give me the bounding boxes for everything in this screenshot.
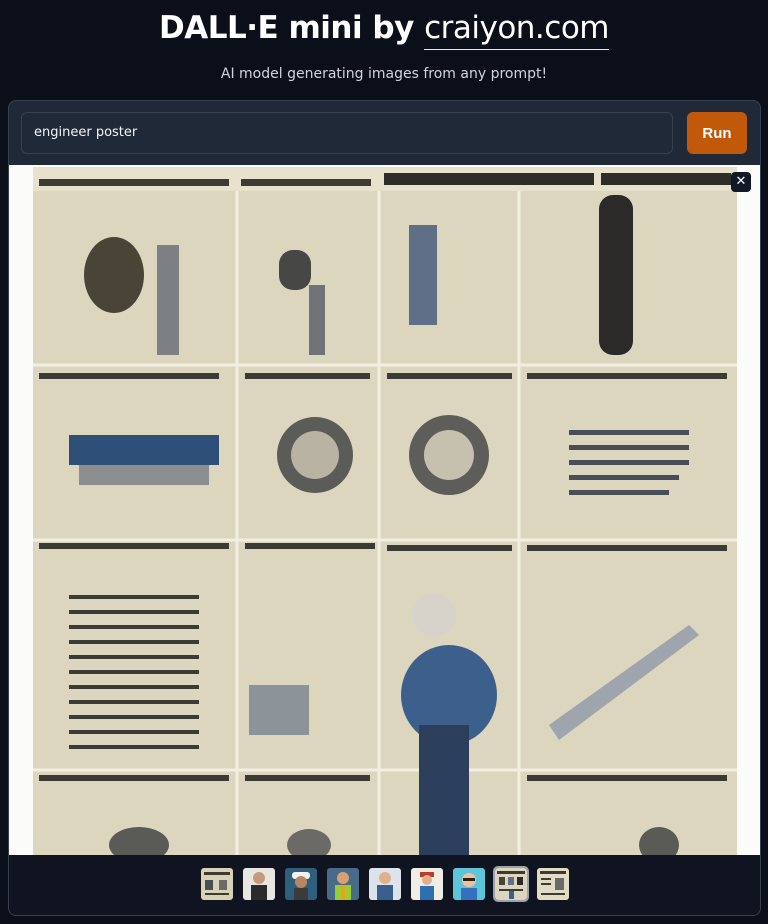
poster-thumbnail[interactable] [201,868,233,900]
title-prefix: DALL·E mini by [158,10,425,46]
page-title: DALL·E mini by craiyon.com [0,10,768,50]
worker-vest-thumbnail[interactable] [327,868,359,900]
poster-thumbnail[interactable] [537,868,569,900]
generator-panel: engineer poster Run ✕ [8,100,761,916]
engineer-portrait-thumbnail[interactable] [243,868,275,900]
engineer-portrait-thumbnail[interactable] [369,868,401,900]
engineer-poster-image [9,165,760,855]
thumbnail-strip [9,855,760,915]
hardhat-engineer-thumbnail[interactable] [285,868,317,900]
prompt-input[interactable]: engineer poster [21,112,673,154]
poster-thumbnail-selected[interactable] [493,866,529,902]
generated-image [9,165,760,855]
close-icon[interactable]: ✕ [731,172,751,192]
page-subtitle: AI model generating images from any prom… [220,66,548,82]
craiyon-link[interactable]: craiyon.com [424,10,609,50]
worker-cap-thumbnail[interactable] [411,868,443,900]
run-button[interactable]: Run [687,112,747,154]
engineer-cartoon-thumbnail[interactable] [453,868,485,900]
